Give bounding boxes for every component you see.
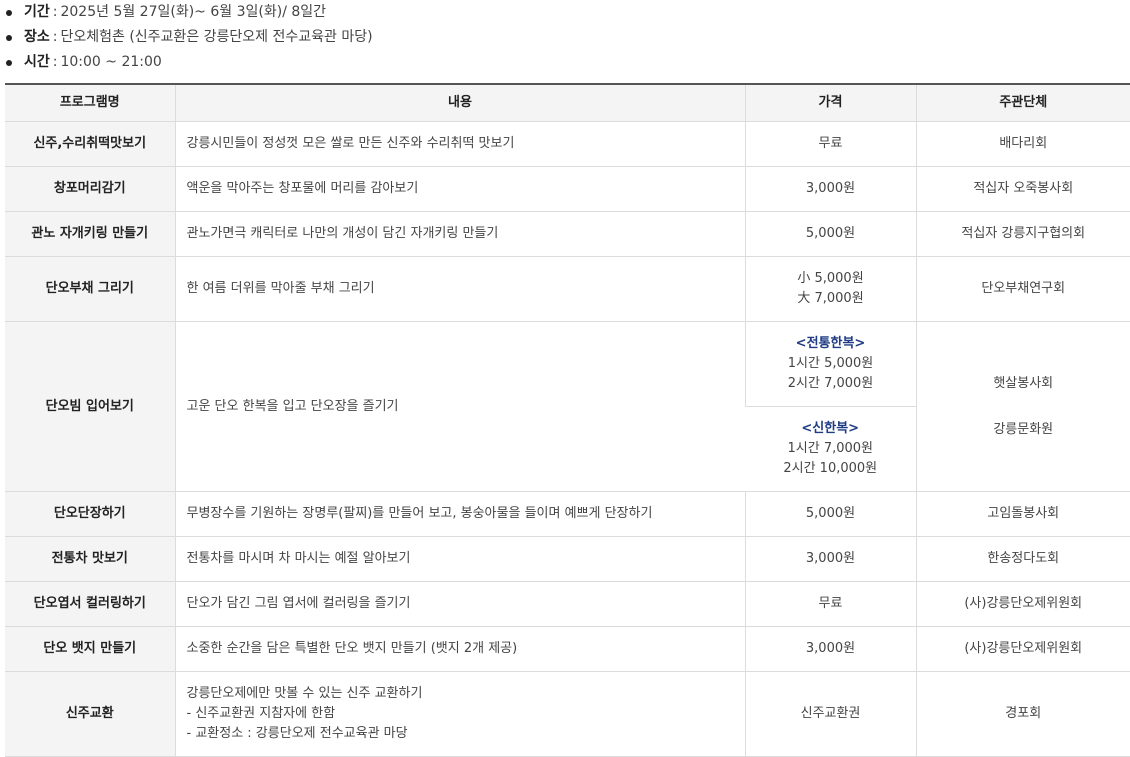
info-label: 기간 — [24, 4, 50, 20]
table-row: 단오부채 그리기 한 여름 더위를 막아줄 부채 그리기 小 5,000원 大 … — [5, 257, 1130, 322]
price-line: 大 7,000원 — [746, 289, 916, 309]
program-name: 신주,수리취떡맛보기 — [5, 122, 175, 167]
table-row: 신주,수리취떡맛보기 강릉시민들이 정성껏 모은 쌀로 만든 신주와 수리취떡 … — [5, 122, 1130, 167]
table-row: 신주교환 강릉단오제에만 맛볼 수 있는 신주 교환하기 - 신주교환권 지참자… — [5, 672, 1130, 757]
program-price: 무료 — [745, 582, 916, 627]
program-name: 단오단장하기 — [5, 492, 175, 537]
program-table: 프로그램명 내용 가격 주관단체 신주,수리취떡맛보기 강릉시민들이 정성껏 모… — [5, 83, 1130, 757]
bullet-icon — [6, 35, 12, 41]
table-row: 단오엽서 컬러링하기 단오가 담긴 그림 엽서에 컬러링을 즐기기 무료 (사)… — [5, 582, 1130, 627]
price-category: <전통한복> — [746, 334, 916, 354]
program-price: 신주교환권 — [745, 672, 916, 757]
col-header-organizer: 주관단체 — [916, 84, 1130, 122]
price-line: 2시간 7,000원 — [746, 374, 916, 394]
info-value: 10:00 ~ 21:00 — [60, 54, 161, 70]
program-content: 소중한 순간을 담은 특별한 단오 뱃지 만들기 (뱃지 2개 제공) — [175, 627, 745, 672]
info-item-time: 시간:10:00 ~ 21:00 — [6, 50, 1130, 75]
program-price: 5,000원 — [745, 492, 916, 537]
table-row: 단오빔 입어보기 고운 단오 한복을 입고 단오장을 즐기기 <전통한복> 1시… — [5, 322, 1130, 407]
price-line: 1시간 7,000원 — [745, 439, 916, 459]
info-value: 2025년 5월 27일(화)~ 6월 3일(화)/ 8일간 — [60, 4, 326, 20]
program-name: 창포머리감기 — [5, 167, 175, 212]
price-line: 小 5,000원 — [746, 269, 916, 289]
program-organizer: 적십자 오죽봉사회 — [916, 167, 1130, 212]
col-header-program: 프로그램명 — [5, 84, 175, 122]
table-row: 관노 자개키링 만들기 관노가면극 캐릭터로 나만의 개성이 담긴 자개키링 만… — [5, 212, 1130, 257]
program-name: 단오부채 그리기 — [5, 257, 175, 322]
program-price: 5,000원 — [745, 212, 916, 257]
program-organizer: 단오부채연구회 — [916, 257, 1130, 322]
info-value: 단오체험촌 (신주교환은 강릉단오제 전수교육관 마당) — [60, 29, 372, 45]
program-organizer: 적십자 강릉지구협의회 — [916, 212, 1130, 257]
info-item-place: 장소:단오체험촌 (신주교환은 강릉단오제 전수교육관 마당) — [6, 25, 1130, 50]
info-item-period: 기간:2025년 5월 27일(화)~ 6월 3일(화)/ 8일간 — [6, 0, 1130, 25]
program-content: 강릉단오제에만 맛볼 수 있는 신주 교환하기 - 신주교환권 지참자에 한함 … — [175, 672, 745, 757]
price-line: 1시간 5,000원 — [746, 354, 916, 374]
table-row: 전통차 맛보기 전통차를 마시며 차 마시는 예절 알아보기 3,000원 한송… — [5, 537, 1130, 582]
info-label: 장소 — [24, 29, 50, 45]
content-line: 강릉단오제에만 맛볼 수 있는 신주 교환하기 — [187, 684, 745, 704]
program-price: 3,000원 — [745, 537, 916, 582]
program-organizer: 배다리회 — [916, 122, 1130, 167]
program-name: 관노 자개키링 만들기 — [5, 212, 175, 257]
program-name: 전통차 맛보기 — [5, 537, 175, 582]
program-content: 관노가면극 캐릭터로 나만의 개성이 담긴 자개키링 만들기 — [175, 212, 745, 257]
table-header-row: 프로그램명 내용 가격 주관단체 — [5, 84, 1130, 122]
info-label: 시간 — [24, 54, 50, 70]
program-organizer: 햇살봉사회 강릉문화원 — [916, 322, 1130, 492]
program-price-traditional: <전통한복> 1시간 5,000원 2시간 7,000원 — [745, 322, 916, 407]
program-content: 강릉시민들이 정성껏 모은 쌀로 만든 신주와 수리취떡 맛보기 — [175, 122, 745, 167]
organizer-line: 햇살봉사회 — [917, 374, 1130, 394]
program-price-modern: <신한복> 1시간 7,000원 2시간 10,000원 — [745, 407, 916, 492]
content-line: - 신주교환권 지참자에 한함 — [187, 704, 745, 724]
program-organizer: 경포회 — [916, 672, 1130, 757]
program-price: 小 5,000원 大 7,000원 — [745, 257, 916, 322]
program-content: 액운을 막아주는 창포물에 머리를 감아보기 — [175, 167, 745, 212]
program-price: 3,000원 — [745, 167, 916, 212]
program-organizer: 한송정다도회 — [916, 537, 1130, 582]
program-price: 무료 — [745, 122, 916, 167]
table-row: 창포머리감기 액운을 막아주는 창포물에 머리를 감아보기 3,000원 적십자… — [5, 167, 1130, 212]
program-content: 무병장수를 기원하는 장명루(팔찌)를 만들어 보고, 봉숭아물을 들이며 예쁘… — [175, 492, 745, 537]
program-organizer: (사)강릉단오제위원회 — [916, 627, 1130, 672]
col-header-content: 내용 — [175, 84, 745, 122]
program-name: 단오 뱃지 만들기 — [5, 627, 175, 672]
price-category: <신한복> — [745, 419, 916, 439]
col-header-price: 가격 — [745, 84, 916, 122]
bullet-icon — [6, 10, 12, 16]
program-content: 고운 단오 한복을 입고 단오장을 즐기기 — [175, 322, 745, 492]
program-content: 단오가 담긴 그림 엽서에 컬러링을 즐기기 — [175, 582, 745, 627]
program-name: 단오엽서 컬러링하기 — [5, 582, 175, 627]
organizer-line: 강릉문화원 — [917, 420, 1130, 440]
program-name: 신주교환 — [5, 672, 175, 757]
bullet-icon — [6, 60, 12, 66]
table-row: 단오단장하기 무병장수를 기원하는 장명루(팔찌)를 만들어 보고, 봉숭아물을… — [5, 492, 1130, 537]
program-organizer: (사)강릉단오제위원회 — [916, 582, 1130, 627]
event-info-list: 기간:2025년 5월 27일(화)~ 6월 3일(화)/ 8일간 장소:단오체… — [0, 0, 1130, 75]
price-line: 2시간 10,000원 — [745, 459, 916, 479]
content-line: - 교환정소 : 강릉단오제 전수교육관 마당 — [187, 724, 745, 744]
program-name: 단오빔 입어보기 — [5, 322, 175, 492]
program-organizer: 고임돌봉사회 — [916, 492, 1130, 537]
program-content: 한 여름 더위를 막아줄 부채 그리기 — [175, 257, 745, 322]
table-row: 단오 뱃지 만들기 소중한 순간을 담은 특별한 단오 뱃지 만들기 (뱃지 2… — [5, 627, 1130, 672]
program-price: 3,000원 — [745, 627, 916, 672]
program-content: 전통차를 마시며 차 마시는 예절 알아보기 — [175, 537, 745, 582]
